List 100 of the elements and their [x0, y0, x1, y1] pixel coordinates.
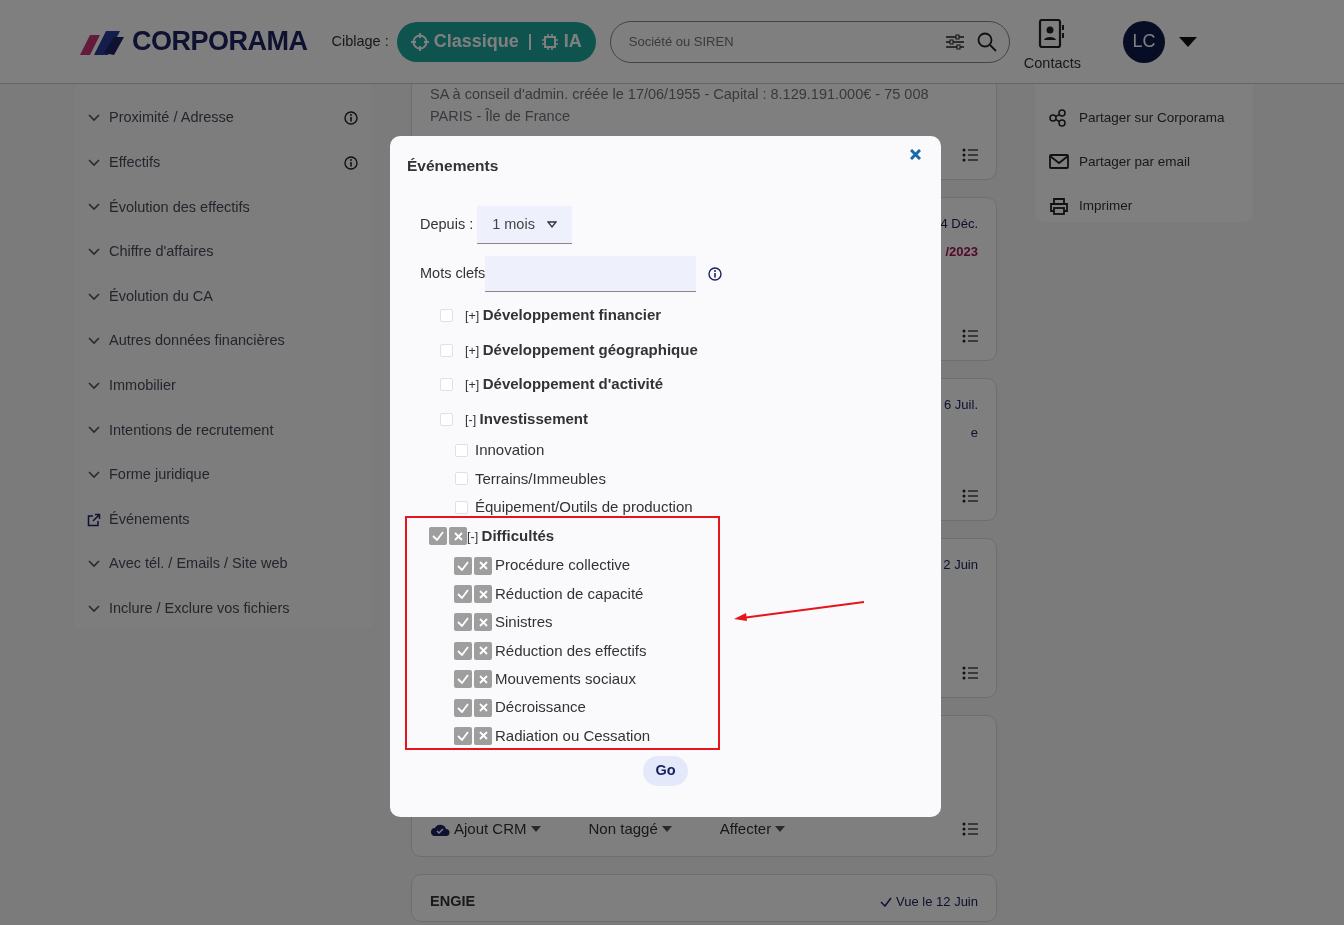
exclude-toggle[interactable]: [474, 613, 492, 632]
exclude-toggle[interactable]: [449, 527, 467, 546]
checkbox[interactable]: [455, 443, 468, 457]
subcategory-label[interactable]: Décroissance: [495, 696, 586, 719]
subcategory-label[interactable]: Réduction des effectifs: [495, 639, 647, 663]
include-toggle[interactable]: [454, 670, 472, 689]
include-toggle[interactable]: [454, 556, 472, 575]
subcategory-label[interactable]: Procédure collective: [495, 554, 631, 577]
list-icon[interactable]: [962, 665, 978, 681]
cross-icon: [478, 646, 488, 656]
category-label[interactable]: [+] Développement géographique: [465, 338, 698, 362]
filter-item[interactable]: Évolution du CA: [109, 285, 358, 308]
include-toggle[interactable]: [454, 726, 472, 745]
category-label[interactable]: [+] Développement financier: [465, 304, 662, 327]
info-icon[interactable]: [708, 267, 723, 282]
date-fragment: e: [970, 423, 978, 442]
check-icon: [457, 674, 469, 685]
seen-date: 6 Juil.: [944, 396, 978, 414]
filter-item[interactable]: Chiffre d'affaires: [109, 241, 358, 263]
filter-item[interactable]: Effectifs: [109, 152, 336, 174]
caret-icon: [530, 825, 541, 832]
list-icon[interactable]: [962, 147, 978, 163]
share-action[interactable]: Partager par email: [1079, 151, 1191, 173]
share-action[interactable]: Partager sur Corporama: [1079, 107, 1225, 129]
keywords-field[interactable]: [485, 256, 697, 293]
check-icon: [457, 589, 469, 599]
filter-item[interactable]: Proximité / Adresse: [109, 107, 336, 130]
include-toggle[interactable]: [429, 527, 447, 546]
subcategory-label[interactable]: Terrains/Immeubles: [475, 467, 606, 491]
caret-icon: [546, 221, 557, 229]
search-icon[interactable]: [976, 31, 997, 52]
exclude-toggle[interactable]: [474, 670, 492, 689]
company-name[interactable]: ENGIE: [430, 891, 476, 913]
chip-icon: [540, 32, 559, 51]
email-icon: [1049, 153, 1069, 171]
filter-item[interactable]: Immobilier: [109, 375, 358, 397]
filter-item[interactable]: Inclure / Exclure vos fichiers: [109, 597, 358, 620]
checkbox[interactable]: [440, 378, 453, 391]
subcategory-label[interactable]: Innovation: [475, 439, 545, 462]
subcategory-label[interactable]: Réduction de capacité: [495, 582, 644, 606]
filter-item[interactable]: Évolution des effectifs: [109, 196, 358, 219]
include-toggle[interactable]: [454, 698, 472, 717]
checkbox[interactable]: [455, 500, 468, 514]
subcategory-label[interactable]: Équipement/Outils de production: [475, 495, 693, 519]
cross-icon: [478, 731, 488, 741]
cross-icon: [478, 561, 488, 571]
exclude-toggle[interactable]: [474, 556, 492, 575]
period-select[interactable]: 1 mois: [477, 206, 572, 245]
caret-icon: [661, 825, 672, 832]
modal-title: Événements: [407, 156, 499, 176]
share-action[interactable]: Imprimer: [1079, 195, 1133, 217]
filter-item[interactable]: Intentions de recrutement: [109, 419, 358, 442]
check-icon: [457, 560, 469, 571]
print-icon: [1049, 197, 1069, 215]
filter-icon[interactable]: [944, 32, 965, 51]
exclude-toggle[interactable]: [474, 698, 492, 717]
include-toggle[interactable]: [454, 613, 472, 632]
cross-icon: [478, 703, 488, 713]
contacts-icon[interactable]: [1038, 18, 1067, 49]
exclude-toggle[interactable]: [474, 726, 492, 745]
check-icon: [457, 617, 469, 628]
checkbox[interactable]: [440, 343, 453, 357]
contacts-link[interactable]: Contacts: [1023, 52, 1081, 75]
action-dropdown[interactable]: Ajout CRM: [430, 817, 541, 840]
exclude-toggle[interactable]: [474, 585, 492, 603]
checkbox[interactable]: [440, 412, 453, 426]
subcategory-label[interactable]: Mouvements sociaux: [495, 667, 636, 691]
go-button[interactable]: Go: [643, 756, 688, 786]
exclude-toggle[interactable]: [474, 641, 492, 660]
checkbox[interactable]: [455, 472, 468, 486]
filter-item[interactable]: Autres données financières: [109, 330, 358, 353]
logo-text[interactable]: CORPORAMA: [132, 21, 308, 62]
share-icon: [1049, 109, 1069, 127]
filter-item[interactable]: Avec tél. / Emails / Site web: [109, 553, 358, 576]
caret-icon[interactable]: [1179, 36, 1197, 47]
subcategory-label[interactable]: Sinistres: [495, 611, 553, 634]
search-field[interactable]: Société ou SIREN: [626, 30, 945, 53]
seen-date: 2 Juin: [943, 556, 978, 574]
category-label[interactable]: [+] Développement d'activité: [465, 373, 663, 396]
close-icon[interactable]: [910, 149, 921, 160]
subcategory-label[interactable]: Radiation ou Cessation: [495, 724, 651, 748]
seen-date: 4 Déc.: [940, 215, 978, 233]
logo-icon[interactable]: [80, 28, 124, 55]
category-label[interactable]: [-] Difficultés: [467, 525, 555, 548]
list-icon[interactable]: [962, 820, 978, 837]
action-dropdown[interactable]: Affecter: [719, 817, 786, 840]
check-icon: [457, 645, 469, 656]
user-avatar[interactable]: LC: [1123, 20, 1165, 63]
list-icon[interactable]: [962, 328, 978, 344]
category-label[interactable]: [-] Investissement: [465, 407, 588, 431]
filter-item[interactable]: Événements: [109, 508, 358, 531]
filter-item[interactable]: Forme juridique: [109, 464, 358, 486]
list-icon[interactable]: [962, 488, 978, 504]
include-toggle[interactable]: [454, 585, 472, 603]
checkbox[interactable]: [440, 309, 453, 322]
targeting-label: Ciblage :: [331, 31, 389, 51]
seen-date: Vue le 12 Juin: [896, 893, 978, 912]
action-dropdown[interactable]: Non taggé: [588, 817, 672, 840]
check-icon: [457, 730, 469, 741]
include-toggle[interactable]: [454, 641, 472, 660]
